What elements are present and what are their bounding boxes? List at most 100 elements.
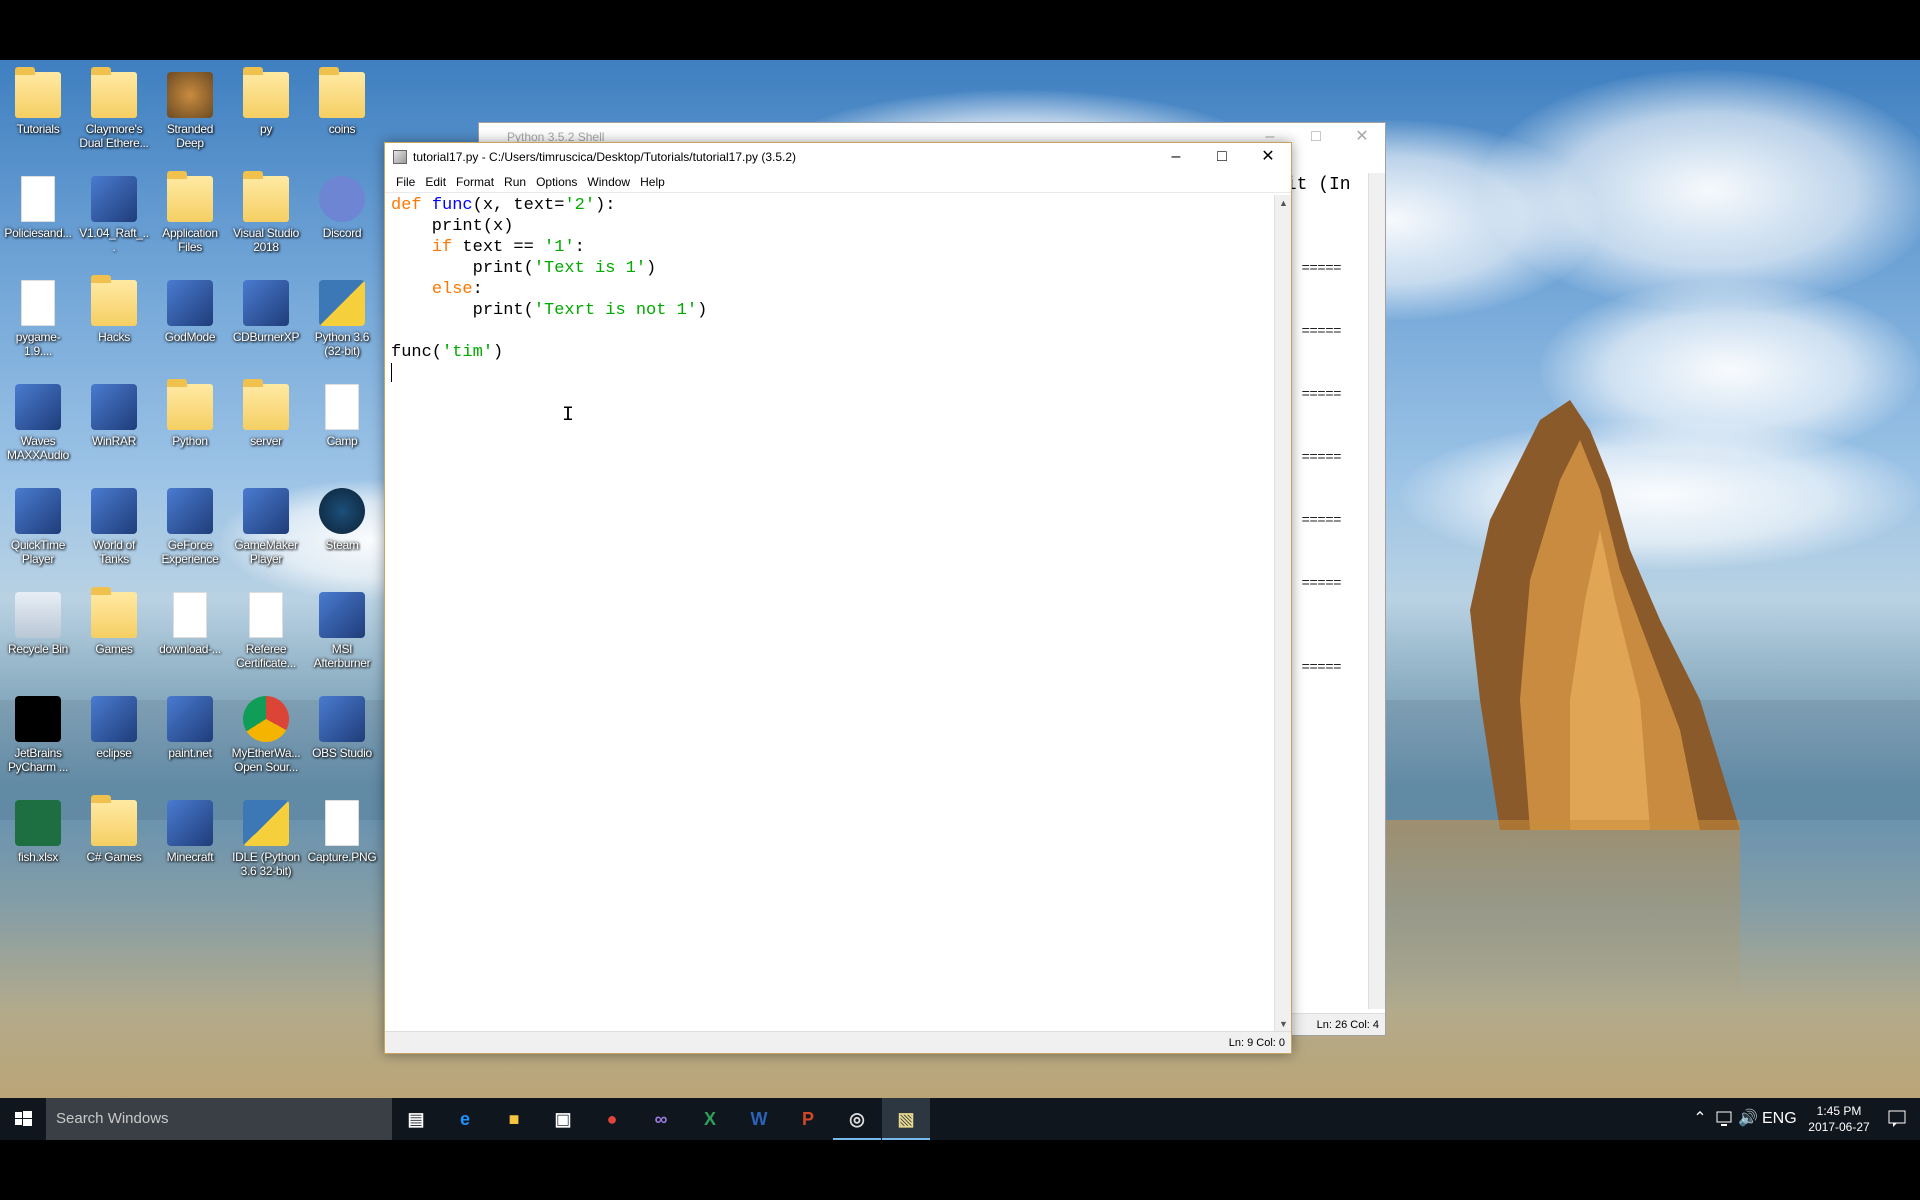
desktop-icon[interactable]: Recycle Bin xyxy=(0,584,76,680)
taskbar: Search Windows ▤ e ■ ▣ ● ∞ X W P ◎ ▧ ⌃ 🔊 ENG 1:45 … xyxy=(0,1098,1920,1140)
desktop-icon[interactable]: WinRAR xyxy=(76,376,152,472)
desktop-icon-label: paint.net xyxy=(168,746,212,760)
desktop-icon[interactable]: JetBrains PyCharm ... xyxy=(0,688,76,784)
code-editor[interactable]: def func(x, text='2'): print(x) if text … xyxy=(391,195,1273,1031)
editor-close-button[interactable]: ✕ xyxy=(1245,143,1291,171)
menu-edit[interactable]: Edit xyxy=(420,171,451,193)
taskbar-store-icon[interactable]: ▣ xyxy=(539,1098,587,1140)
code-text: print( xyxy=(391,301,534,320)
folder-icon xyxy=(243,379,289,430)
clock[interactable]: 1:45 PM 2017-06-27 xyxy=(1804,1103,1874,1135)
taskbar-file-explorer-icon[interactable]: ■ xyxy=(490,1098,538,1140)
desktop-icon[interactable]: GameMaker Player xyxy=(228,480,304,576)
desktop-icon[interactable]: MyEtherWa... Open Sour... xyxy=(228,688,304,784)
folder-icon xyxy=(91,275,137,326)
desktop-icon[interactable]: Hacks xyxy=(76,272,152,368)
scroll-up-arrow-icon[interactable]: ▲ xyxy=(1275,195,1292,212)
menu-window[interactable]: Window xyxy=(582,171,635,193)
desktop-icon[interactable]: V1.04_Raft_... xyxy=(76,168,152,264)
idle-editor-window[interactable]: tutorial17.py - C:/Users/timruscica/Desk… xyxy=(384,142,1292,1054)
code-function-name: func xyxy=(431,196,473,215)
editor-titlebar[interactable]: tutorial17.py - C:/Users/timruscica/Desk… xyxy=(385,143,1291,171)
desktop-icon[interactable]: Python xyxy=(152,376,228,472)
desktop-icon[interactable]: paint.net xyxy=(152,688,228,784)
notifications-icon[interactable] xyxy=(1874,1098,1920,1140)
desktop-icon[interactable]: Steam xyxy=(304,480,380,576)
taskbar-excel-icon[interactable]: X xyxy=(686,1098,734,1140)
desktop-icon-label: Hacks xyxy=(98,330,130,344)
code-line: print(x) xyxy=(391,216,1273,237)
desktop-icon[interactable]: download-... xyxy=(152,584,228,680)
taskbar-powerpoint-icon[interactable]: P xyxy=(784,1098,832,1140)
desktop-icon[interactable]: py xyxy=(228,64,304,160)
game-icon xyxy=(167,72,213,118)
desktop-icon[interactable]: server xyxy=(228,376,304,472)
editor-minimize-button[interactable]: – xyxy=(1153,143,1199,171)
network-icon[interactable] xyxy=(1712,1098,1736,1140)
desktop-icon[interactable]: GodMode xyxy=(152,272,228,368)
desktop-icon[interactable]: QuickTime Player xyxy=(0,480,76,576)
desktop-icon[interactable]: fish.xlsx xyxy=(0,792,76,888)
menu-help[interactable]: Help xyxy=(635,171,670,193)
desktop-icon[interactable]: pygame-1.9.... xyxy=(0,272,76,368)
desktop-icon[interactable]: Waves MAXXAudio xyxy=(0,376,76,472)
desktop-icon[interactable]: Application Files xyxy=(152,168,228,264)
desktop-icon[interactable]: coins xyxy=(304,64,380,160)
language-indicator[interactable]: ENG xyxy=(1762,1098,1797,1140)
taskbar-word-icon[interactable]: W xyxy=(735,1098,783,1140)
desktop-icon[interactable]: CDBurnerXP xyxy=(228,272,304,368)
taskbar-task-view-icon[interactable]: ▤ xyxy=(392,1098,440,1140)
taskbar-obs-icon[interactable]: ◎ xyxy=(833,1098,881,1140)
desktop-icon[interactable]: Claymore's Dual Ethere... xyxy=(76,64,152,160)
start-button[interactable] xyxy=(0,1098,46,1140)
cliff-rock xyxy=(1470,400,1740,830)
app-icon xyxy=(243,280,289,326)
discord-icon xyxy=(319,176,365,222)
clock-date: 2017-06-27 xyxy=(1808,1120,1870,1134)
volume-icon[interactable]: 🔊 xyxy=(1736,1098,1760,1140)
desktop-icon[interactable]: World of Tanks xyxy=(76,480,152,576)
folder-icon xyxy=(91,67,137,118)
desktop-icon[interactable]: Stranded Deep xyxy=(152,64,228,160)
shell-scrollbar[interactable] xyxy=(1368,173,1385,1009)
desktop-icon[interactable]: Camp xyxy=(304,376,380,472)
editor-scrollbar[interactable]: ▲ ▼ xyxy=(1274,195,1291,1033)
shell-close-button[interactable]: ✕ xyxy=(1339,123,1385,151)
search-box[interactable]: Search Windows xyxy=(46,1098,392,1140)
desktop-icon[interactable]: MSI Afterburner xyxy=(304,584,380,680)
desktop-icon[interactable]: IDLE (Python 3.6 32-bit) xyxy=(228,792,304,888)
desktop-icon[interactable]: GeForce Experience xyxy=(152,480,228,576)
desktop-icon[interactable]: Visual Studio 2018 xyxy=(228,168,304,264)
desktop-icon[interactable]: Games xyxy=(76,584,152,680)
menu-format[interactable]: Format xyxy=(451,171,499,193)
desktop-icon[interactable]: C# Games xyxy=(76,792,152,888)
windows-logo-icon xyxy=(15,1111,32,1126)
desktop-icon-label: MSI Afterburner xyxy=(313,642,371,670)
folder-icon xyxy=(243,67,289,118)
desktop-icon[interactable]: Minecraft xyxy=(152,792,228,888)
menu-file[interactable]: File xyxy=(391,171,420,193)
desktop-icon[interactable]: Discord xyxy=(304,168,380,264)
desktop-icon[interactable]: Tutorials xyxy=(0,64,76,160)
desktop-icon[interactable]: Python 3.6 (32-bit) xyxy=(304,272,380,368)
taskbar-idle-icon[interactable]: ▧ xyxy=(882,1098,930,1140)
code-line: print('Text is 1') xyxy=(391,258,1273,279)
desktop-icon[interactable]: Policiesand... xyxy=(0,168,76,264)
desktop-icon[interactable]: Capture.PNG xyxy=(304,792,380,888)
menu-options[interactable]: Options xyxy=(531,171,582,193)
taskbar-chrome-icon[interactable]: ● xyxy=(588,1098,636,1140)
shell-maximize-button[interactable]: □ xyxy=(1293,123,1339,151)
desktop-icon-label: Camp xyxy=(326,434,358,448)
menu-run[interactable]: Run xyxy=(499,171,531,193)
desktop-icon-label: Python xyxy=(172,434,208,448)
taskbar-edge-icon[interactable]: e xyxy=(441,1098,489,1140)
taskbar-visual-studio-icon[interactable]: ∞ xyxy=(637,1098,685,1140)
desktop-icon[interactable]: eclipse xyxy=(76,688,152,784)
chrome-icon xyxy=(243,696,289,742)
desktop-icon[interactable]: Referee Certificate... xyxy=(228,584,304,680)
desktop-icon[interactable]: OBS Studio xyxy=(304,688,380,784)
editor-maximize-button[interactable]: □ xyxy=(1199,143,1245,171)
chevron-up-icon[interactable]: ⌃ xyxy=(1688,1098,1712,1140)
